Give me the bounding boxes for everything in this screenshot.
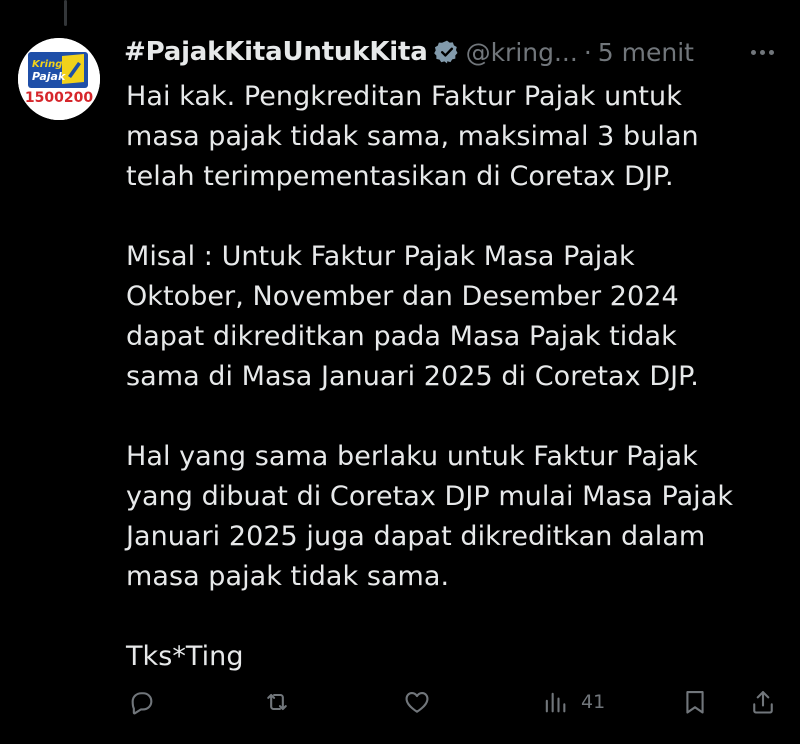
more-options-icon[interactable] [746,36,778,68]
retweet-button[interactable] [263,682,291,722]
svg-text:Pajak: Pajak [32,70,66,83]
svg-text:Kring: Kring [32,59,62,70]
like-button[interactable] [403,682,431,722]
avatar[interactable]: Kring Pajak 1500200 [18,38,100,120]
reply-button[interactable] [128,682,156,722]
share-button[interactable] [749,682,777,722]
tweet-header: #PajakKitaUntukKita @kring... · 5 menit [124,32,782,72]
share-icon [753,691,773,714]
verified-badge-icon[interactable] [433,39,460,65]
tweet-text: Hai kak. Pengkreditan Faktur Pajak untuk… [126,81,734,672]
heart-icon [405,691,429,713]
bookmark-button[interactable] [681,682,709,722]
views-chart-icon [545,692,566,713]
svg-text:1500200: 1500200 [25,90,93,106]
thread-connector-line [64,0,67,26]
separator-dot: · [583,37,592,67]
retweet-icon [267,693,287,711]
bookmark-icon [686,691,704,714]
views-count: 41 [581,691,606,713]
tweet-actions-bar: 41 [126,682,782,722]
reply-icon [131,692,153,715]
display-name[interactable]: #PajakKitaUntukKita [124,37,428,67]
views-button[interactable]: 41 [541,682,605,722]
timestamp[interactable]: 5 menit [598,38,694,67]
kring-pajak-logo: Kring Pajak 1500200 [18,38,100,120]
user-handle[interactable]: @kring... [466,38,578,67]
